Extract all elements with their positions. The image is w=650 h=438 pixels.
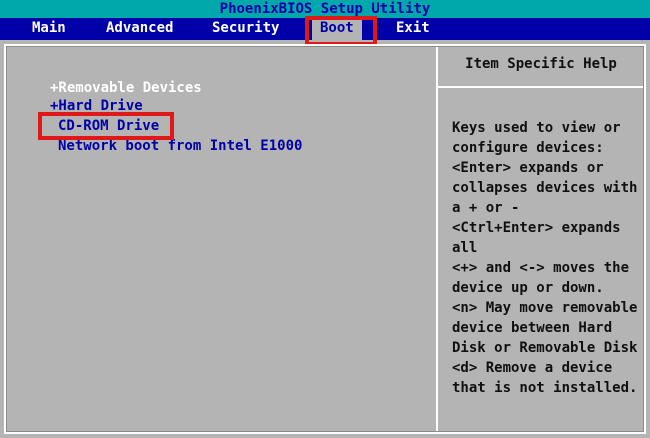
- help-panel-title: Item Specific Help: [465, 56, 617, 72]
- boot-panel: +Removable Devices +Hard Drive CD-ROM Dr…: [4, 44, 646, 434]
- help-panel-body: Keys used to view or configure devices: …: [452, 120, 638, 396]
- boot-item-network-boot[interactable]: Network boot from Intel E1000: [58, 138, 302, 154]
- boot-item-removable-devices[interactable]: +Removable Devices: [50, 80, 202, 96]
- menu-advanced[interactable]: Advanced: [106, 18, 173, 40]
- panel-divider: [436, 46, 438, 432]
- menu-main[interactable]: Main: [32, 18, 66, 40]
- help-header-divider: [438, 86, 644, 88]
- boot-tab-highlight-box: [305, 16, 377, 46]
- cd-rom-highlight-box: [38, 112, 174, 140]
- menu-security[interactable]: Security: [212, 18, 279, 40]
- menu-exit[interactable]: Exit: [396, 18, 430, 40]
